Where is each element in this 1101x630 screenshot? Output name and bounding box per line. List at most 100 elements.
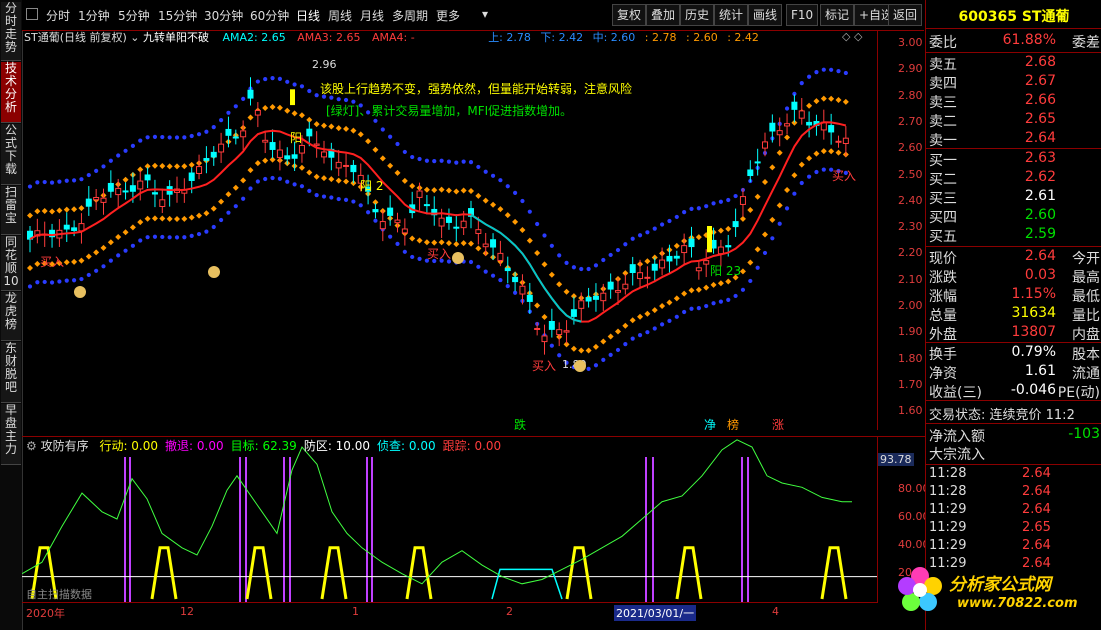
more-dropdown-icon[interactable]: ▾ <box>482 7 488 21</box>
checkbox-icon[interactable] <box>26 8 38 20</box>
price-tick: 3.00 <box>898 36 923 49</box>
upper-diamond <box>343 125 350 132</box>
candle-body <box>666 255 673 262</box>
tab-6[interactable]: 东财脱吧 <box>1 342 21 403</box>
lower-band-dot <box>468 259 474 265</box>
period-2[interactable]: 5分钟 <box>118 7 150 24</box>
weibi-value: 61.88% <box>1002 32 1056 48</box>
price-tick: 2.90 <box>898 62 923 76</box>
indicator-name[interactable]: 九转单阳不破 <box>143 31 209 44</box>
tab-3[interactable]: 扫雷宝 <box>1 186 21 235</box>
lower-band-dot <box>226 210 231 215</box>
down-band-label: 下: 2.42 <box>540 31 584 44</box>
candle-body <box>343 164 350 167</box>
lower-diamond <box>262 157 269 164</box>
ask-row: 卖四 2.67 <box>926 73 1101 92</box>
toolbar-button-2[interactable]: 历史 <box>680 4 715 26</box>
lower-band-dot <box>799 180 804 186</box>
toolbar-button-0[interactable]: 复权 <box>612 4 647 26</box>
period-6[interactable]: 日线 <box>296 7 320 24</box>
candle-body <box>600 292 607 302</box>
candle-body <box>490 239 497 248</box>
toolbar-button-3[interactable]: 统计 <box>714 4 749 26</box>
lower-band-dot <box>35 280 40 285</box>
period-3[interactable]: 15分钟 <box>158 7 197 24</box>
upper-band-dot <box>814 70 819 75</box>
bang-label: 榜 <box>727 417 739 430</box>
period-0[interactable]: 分时 <box>46 7 70 24</box>
lower-diamond <box>416 237 423 244</box>
lower-band-dot <box>784 206 790 211</box>
tab-4[interactable]: 同花顺10 <box>1 236 21 291</box>
sub-indicator-chart[interactable] <box>22 436 877 603</box>
period-7[interactable]: 周线 <box>328 7 352 24</box>
lower-band-dot <box>366 210 371 215</box>
upper-band-dot <box>674 214 679 220</box>
candle-body <box>306 128 313 137</box>
toolbar-button-1[interactable]: 叠加 <box>646 4 681 26</box>
upper-band-dot <box>285 79 290 84</box>
diamond-icon[interactable]: ◇ ◇ <box>842 30 862 43</box>
upper-diamond <box>762 178 768 185</box>
upper-diamond <box>313 121 320 128</box>
lower-diamond <box>570 345 577 352</box>
lower-band-dot <box>182 235 187 240</box>
stat2-row-label: 换手 <box>929 347 957 363</box>
stat-row-value: 13807 <box>1011 324 1056 340</box>
toolbar-button-8[interactable]: 返回 <box>888 4 923 26</box>
period-8[interactable]: 月线 <box>360 7 384 24</box>
lower-band-dot <box>86 272 91 278</box>
upper-diamond <box>394 169 401 176</box>
dropdown-icon[interactable]: ⌄ <box>130 31 143 44</box>
high-price-label: 2.96 <box>312 58 337 71</box>
lower-band-dot <box>130 243 135 248</box>
toolbar-button-6[interactable]: 标记 <box>820 4 855 26</box>
candle-body <box>842 137 849 145</box>
period-9[interactable]: 多周期 <box>392 7 428 24</box>
signal-note: [绿灯]、累计交易量增加，MFI促进指数增加。 <box>326 104 573 118</box>
upper-diamond <box>372 146 379 153</box>
period-1[interactable]: 1分钟 <box>78 7 110 24</box>
tab-0[interactable]: 分时走势 <box>1 2 21 61</box>
lower-band-dot <box>637 333 643 338</box>
lower-band-dot <box>219 217 224 223</box>
value1-label: : 2.78 <box>644 31 677 44</box>
upper-band-dot <box>263 76 268 82</box>
upper-diamond <box>262 104 269 111</box>
yang-label: 阳 <box>290 131 302 145</box>
upper-diamond <box>27 212 33 219</box>
period-5[interactable]: 60分钟 <box>250 7 289 24</box>
upper-band-dot <box>211 125 216 130</box>
upper-band-dot <box>483 169 488 174</box>
period-4[interactable]: 30分钟 <box>204 7 243 24</box>
watermark-text: 自主扫描数据 <box>26 588 92 601</box>
toolbar-button-4[interactable]: 画线 <box>748 4 783 26</box>
lower-band-dot <box>755 265 760 270</box>
tab-1[interactable]: 技术分析 <box>1 62 21 123</box>
price-tick: 2.40 <box>898 193 923 207</box>
stat-row: 涨跌 0.03 最高 <box>926 267 1101 286</box>
gear-icon[interactable]: ⚙ <box>26 439 37 453</box>
upper-diamond <box>438 186 445 193</box>
upper-diamond <box>159 162 166 169</box>
candle-body <box>592 295 599 300</box>
upper-diamond <box>174 163 180 170</box>
lower-band-dot <box>64 278 69 283</box>
period-10[interactable]: 更多 <box>436 7 460 24</box>
lower-diamond <box>93 249 100 256</box>
upper-diamond <box>460 187 467 194</box>
tab-2[interactable]: 公式下载 <box>1 124 21 185</box>
upper-band-dot <box>535 221 540 227</box>
lower-band-dot <box>704 303 709 309</box>
lower-band-dot <box>27 284 33 289</box>
lower-band-dot <box>615 347 621 353</box>
candle-body <box>776 130 783 136</box>
stat-row-value: 2.64 <box>1024 248 1056 264</box>
toolbar-button-5[interactable]: F10 <box>786 4 819 26</box>
tab-5[interactable]: 龙虎榜 <box>1 292 21 341</box>
upper-diamond <box>526 237 533 244</box>
lower-diamond <box>210 205 217 212</box>
tab-7[interactable]: 早盘主力 <box>1 404 21 465</box>
lower-band-dot <box>42 279 47 285</box>
sub-indicator-name[interactable]: 攻防有序 <box>41 439 89 453</box>
